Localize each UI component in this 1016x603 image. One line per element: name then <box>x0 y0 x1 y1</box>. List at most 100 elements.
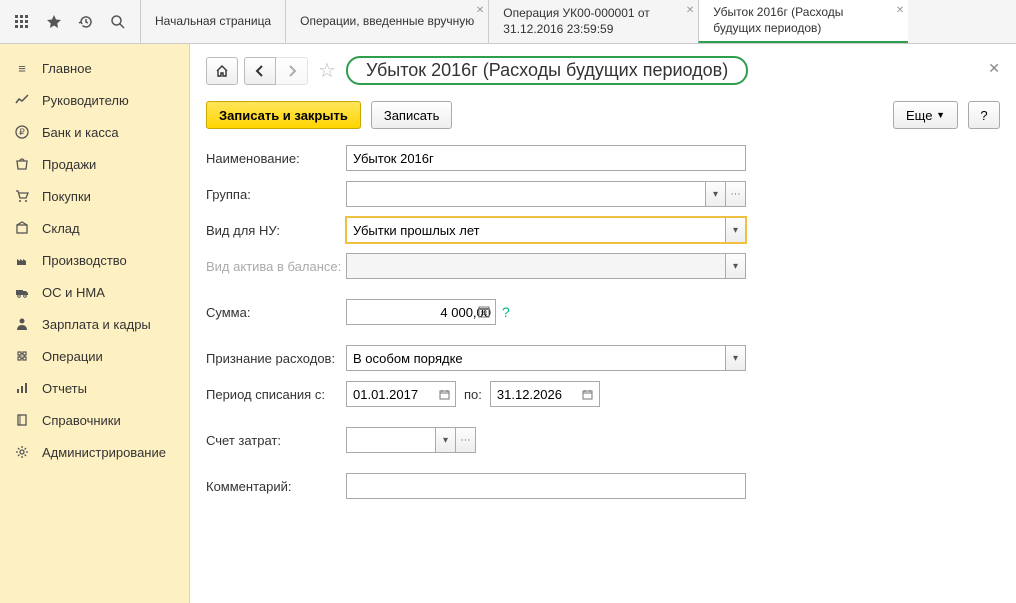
dropdown-button[interactable]: ▾ <box>706 181 726 207</box>
sum-hint-link[interactable]: ? <box>502 304 510 320</box>
group-input[interactable] <box>346 181 706 207</box>
open-button[interactable]: ⋯ <box>456 427 476 453</box>
tab-label: Операция УК00-000001 от 31.12.2016 23:59… <box>503 6 684 37</box>
close-icon[interactable]: ✕ <box>896 4 904 17</box>
command-bar: Записать и закрыть Записать Еще ▼ ? <box>206 101 1000 129</box>
forward-button[interactable] <box>276 57 308 85</box>
sidebar-item-label: Операции <box>42 349 103 364</box>
cost-account-label: Счет затрат: <box>206 433 346 448</box>
calendar-icon[interactable] <box>432 381 456 407</box>
period-from-label: Период списания с: <box>206 387 346 402</box>
sidebar-item-warehouse[interactable]: Склад <box>0 212 189 244</box>
name-input[interactable] <box>346 145 746 171</box>
open-button[interactable]: ⋯ <box>726 181 746 207</box>
sidebar-item-admin[interactable]: Администрирование <box>0 436 189 468</box>
sidebar-item-label: Главное <box>42 61 92 76</box>
sidebar-item-label: Администрирование <box>42 445 166 460</box>
sum-label: Сумма: <box>206 305 346 320</box>
more-button[interactable]: Еще ▼ <box>893 101 958 129</box>
main-content: ✕ ☆ Убыток 2016г (Расходы будущих период… <box>190 44 1016 603</box>
close-icon[interactable]: ✕ <box>476 4 484 17</box>
apps-icon[interactable] <box>8 8 36 36</box>
tool-buttons <box>0 0 140 43</box>
group-label: Группа: <box>206 187 346 202</box>
name-label: Наименование: <box>206 151 346 166</box>
save-button[interactable]: Записать <box>371 101 453 129</box>
back-button[interactable] <box>244 57 276 85</box>
chevron-down-icon: ▼ <box>936 110 945 120</box>
page-title: Убыток 2016г (Расходы будущих периодов) <box>346 56 748 85</box>
asset-kind-input <box>346 253 726 279</box>
save-and-close-button[interactable]: Записать и закрыть <box>206 101 361 129</box>
comment-input[interactable] <box>346 473 746 499</box>
recognition-input[interactable] <box>346 345 726 371</box>
sidebar: ≡ Главное Руководителю ₽ Банк и касса Пр… <box>0 44 190 603</box>
comment-label: Комментарий: <box>206 479 346 494</box>
currency-icon: ₽ <box>14 124 30 140</box>
bars-icon <box>14 380 30 396</box>
bag-icon <box>14 156 30 172</box>
header-row: ☆ Убыток 2016г (Расходы будущих периодов… <box>206 56 1000 85</box>
sidebar-item-label: Покупки <box>42 189 91 204</box>
sidebar-item-label: Отчеты <box>42 381 87 396</box>
sidebar-item-reports[interactable]: Отчеты <box>0 372 189 404</box>
svg-text:₽: ₽ <box>19 127 25 137</box>
sidebar-item-salary[interactable]: Зарплата и кадры <box>0 308 189 340</box>
dropdown-button[interactable]: ▾ <box>726 345 746 371</box>
star-icon[interactable] <box>40 8 68 36</box>
operations-icon <box>14 348 30 364</box>
top-toolbar: Начальная страница Операции, введенные в… <box>0 0 1016 44</box>
list-icon: ≡ <box>14 60 30 76</box>
sidebar-item-sales[interactable]: Продажи <box>0 148 189 180</box>
search-icon[interactable] <box>104 8 132 36</box>
close-icon[interactable]: ✕ <box>988 60 1000 77</box>
dropdown-button[interactable]: ▾ <box>436 427 456 453</box>
sidebar-item-catalogs[interactable]: Справочники <box>0 404 189 436</box>
sidebar-item-label: Справочники <box>42 413 121 428</box>
chart-icon <box>14 92 30 108</box>
history-icon[interactable] <box>72 8 100 36</box>
sidebar-item-label: Продажи <box>42 157 96 172</box>
tab-label: Убыток 2016г (Расходы будущих периодов) <box>713 5 894 36</box>
truck-icon <box>14 284 30 300</box>
sidebar-item-label: Зарплата и кадры <box>42 317 151 332</box>
tab-loss-2016[interactable]: Убыток 2016г (Расходы будущих периодов) … <box>698 0 908 43</box>
dropdown-button[interactable]: ▾ <box>726 217 746 243</box>
tab-label: Начальная страница <box>155 14 271 30</box>
sidebar-item-production[interactable]: Производство <box>0 244 189 276</box>
tab-manual-ops[interactable]: Операции, введенные вручную ✕ <box>285 0 488 43</box>
cost-account-input[interactable] <box>346 427 436 453</box>
asset-kind-label: Вид актива в балансе: <box>206 259 346 274</box>
help-button[interactable]: ? <box>968 101 1000 129</box>
sidebar-item-label: Банк и касса <box>42 125 119 140</box>
period-to-label: по: <box>464 387 482 402</box>
tabs: Начальная страница Операции, введенные в… <box>140 0 1016 43</box>
book-icon <box>14 412 30 428</box>
dropdown-button: ▾ <box>726 253 746 279</box>
cart-icon <box>14 188 30 204</box>
sidebar-item-manager[interactable]: Руководителю <box>0 84 189 116</box>
sidebar-item-label: ОС и НМА <box>42 285 105 300</box>
sidebar-item-bank[interactable]: ₽ Банк и касса <box>0 116 189 148</box>
sidebar-item-purchases[interactable]: Покупки <box>0 180 189 212</box>
calculator-icon[interactable] <box>472 299 496 325</box>
close-icon[interactable]: ✕ <box>686 4 694 17</box>
sidebar-item-label: Руководителю <box>42 93 129 108</box>
box-icon <box>14 220 30 236</box>
tab-start[interactable]: Начальная страница <box>140 0 285 43</box>
nu-type-input[interactable] <box>346 217 726 243</box>
tab-operation[interactable]: Операция УК00-000001 от 31.12.2016 23:59… <box>488 0 698 43</box>
sidebar-item-operations[interactable]: Операции <box>0 340 189 372</box>
calendar-icon[interactable] <box>576 381 600 407</box>
sidebar-item-label: Склад <box>42 221 80 236</box>
favorite-star-icon[interactable]: ☆ <box>318 58 336 83</box>
person-icon <box>14 316 30 332</box>
recognition-label: Признание расходов: <box>206 351 346 366</box>
nu-type-label: Вид для НУ: <box>206 223 346 238</box>
tab-label: Операции, введенные вручную <box>300 14 474 30</box>
sidebar-item-assets[interactable]: ОС и НМА <box>0 276 189 308</box>
sidebar-item-main[interactable]: ≡ Главное <box>0 52 189 84</box>
gear-icon <box>14 444 30 460</box>
home-button[interactable] <box>206 57 238 85</box>
sidebar-item-label: Производство <box>42 253 127 268</box>
